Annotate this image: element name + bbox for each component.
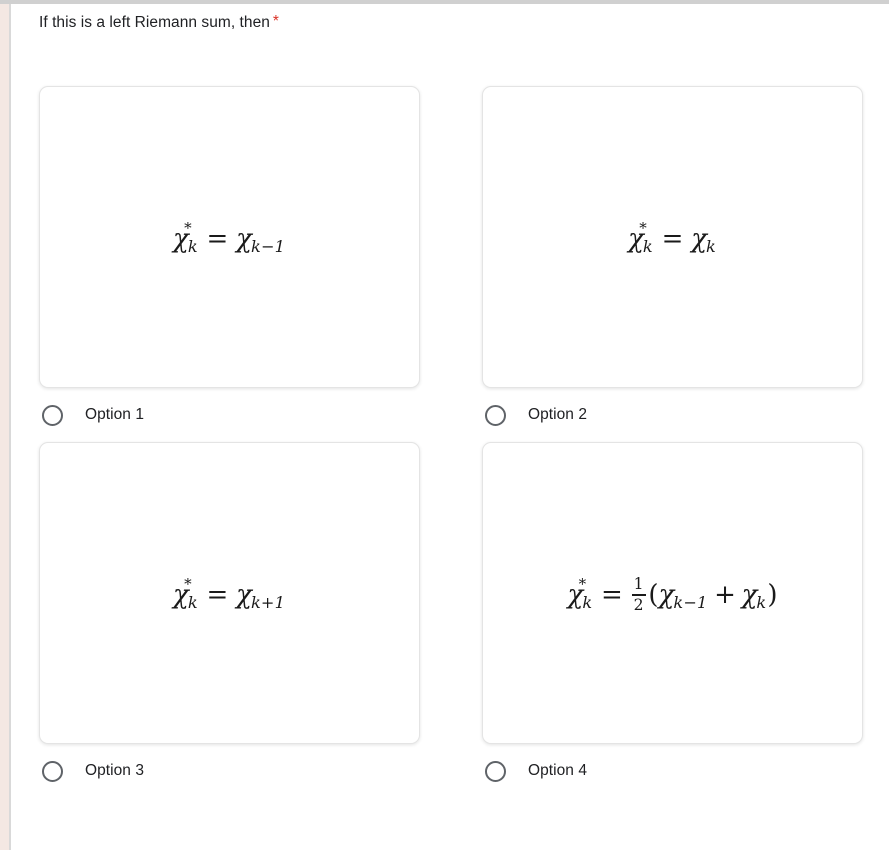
- formula-rhs-1: χk−1: [236, 224, 286, 255]
- option-cell-2: χ * k = χk Option 2: [482, 86, 863, 442]
- option-image-1: χ * k = χk−1: [39, 86, 420, 388]
- required-asterisk: *: [272, 13, 279, 30]
- term1-sub-4: k−1: [673, 593, 708, 613]
- option-cell-1: χ * k = χk−1 Option 1: [39, 86, 420, 442]
- term2-sub-4: k: [756, 593, 767, 613]
- radio-button-option-4[interactable]: [485, 760, 506, 782]
- options-grid: χ * k = χk−1 Option 1 χ * k = χk Option …: [39, 86, 863, 798]
- option-label-3: Option 3: [85, 762, 144, 779]
- formula-lhs-4: χ * k: [568, 577, 594, 611]
- formula-rhs-3: χk+1: [236, 580, 286, 611]
- fraction-one-half: 1 2: [631, 575, 646, 614]
- choice-row-3[interactable]: Option 3: [39, 744, 420, 798]
- formula-lhs-1: χ * k: [173, 221, 199, 255]
- formula-3: χ * k = χk+1: [173, 577, 286, 611]
- question-title: If this is a left Riemann sum, then *: [39, 12, 279, 34]
- lhs-star-4: *: [578, 575, 587, 594]
- option-label-2: Option 2: [528, 406, 587, 423]
- close-paren-4: ): [767, 580, 778, 610]
- choice-row-4[interactable]: Option 4: [482, 744, 863, 798]
- term1-base-4: χ: [658, 580, 675, 610]
- question-card: If this is a left Riemann sum, then * χ * k…: [11, 4, 889, 850]
- page-background-sliver: [0, 4, 9, 850]
- relation-2: =: [661, 224, 684, 254]
- option-cell-3: χ * k = χk+1 Option 3: [39, 442, 420, 798]
- option-label-4: Option 4: [528, 762, 587, 779]
- option-label-1: Option 1: [85, 406, 144, 423]
- rhs-base-3: χ: [236, 580, 252, 610]
- option-image-2: χ * k = χk: [482, 86, 863, 388]
- formula-term2-4: χk: [741, 580, 768, 611]
- fraction-numerator: 1: [633, 575, 644, 594]
- rhs-sub-3: k+1: [250, 593, 286, 613]
- formula-term1-4: χk−1: [658, 580, 709, 611]
- grid-gutter-top: [420, 86, 482, 442]
- lhs-sub-1: k: [187, 237, 198, 257]
- relation-4: =: [601, 580, 623, 610]
- rhs-sub-1: k−1: [250, 237, 286, 257]
- operator-plus-4: +: [714, 580, 736, 610]
- relation-1: =: [206, 224, 229, 254]
- choice-row-1[interactable]: Option 1: [39, 388, 420, 442]
- grid-gutter-bottom: [420, 442, 482, 798]
- option-image-3: χ * k = χk+1: [39, 442, 420, 744]
- lhs-star-3: *: [184, 575, 192, 594]
- choice-row-2[interactable]: Option 2: [482, 388, 863, 442]
- formula-rhs-2: χk: [691, 224, 717, 255]
- open-paren-4: (: [648, 580, 659, 610]
- formula-lhs-3: χ * k: [173, 577, 199, 611]
- rhs-base-2: χ: [691, 224, 707, 254]
- lhs-star-2: *: [639, 219, 647, 238]
- relation-3: =: [206, 580, 229, 610]
- formula-1: χ * k = χk−1: [173, 221, 286, 255]
- rhs-base-1: χ: [236, 224, 252, 254]
- option-cell-4: χ * k = 1 2 ( χk−1 + χk ) Option 4: [482, 442, 863, 798]
- formula-lhs-2: χ * k: [628, 221, 654, 255]
- lhs-sub-3: k: [187, 593, 198, 613]
- option-image-4: χ * k = 1 2 ( χk−1 + χk ): [482, 442, 863, 744]
- fraction-denominator: 2: [633, 595, 644, 614]
- question-text: If this is a left Riemann sum, then: [39, 14, 270, 31]
- rhs-sub-2: k: [706, 237, 716, 257]
- radio-button-option-3[interactable]: [42, 760, 63, 782]
- lhs-sub-2: k: [642, 237, 653, 257]
- term2-base-4: χ: [741, 580, 758, 610]
- formula-4: χ * k = 1 2 ( χk−1 + χk ): [568, 576, 778, 613]
- lhs-star-1: *: [184, 219, 192, 238]
- radio-button-option-2[interactable]: [485, 404, 506, 426]
- radio-button-option-1[interactable]: [42, 404, 63, 426]
- lhs-sub-4: k: [582, 593, 593, 613]
- formula-2: χ * k = χk: [628, 221, 717, 255]
